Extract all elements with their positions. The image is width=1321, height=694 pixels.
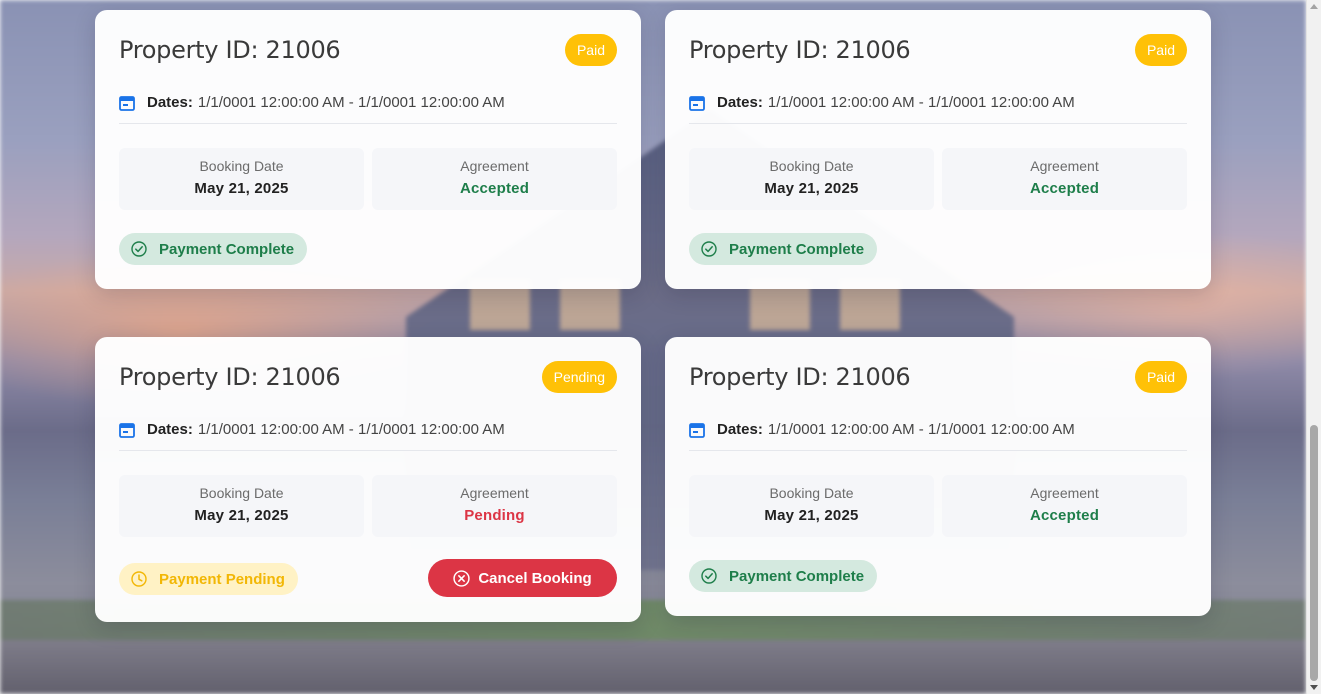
dates-value: 1/1/0001 12:00:00 AM - 1/1/0001 12:00:00… [767, 421, 1075, 438]
booking-date-label: Booking Date [769, 158, 854, 174]
scroll-up-arrow[interactable] [1310, 4, 1318, 9]
payment-status-pill: Payment Complete [689, 560, 878, 592]
booking-date-value: May 21, 2025 [764, 507, 859, 524]
calendar-icon [689, 96, 705, 111]
check-circle-icon [701, 241, 717, 257]
status-badge: Paid [1134, 361, 1187, 393]
agreement-box: Agreement Accepted [942, 475, 1187, 537]
booking-card: Property ID: 21006 Paid Dates: 1/1/0001 … [95, 10, 641, 289]
agreement-box: Agreement Accepted [372, 148, 617, 210]
vertical-scrollbar[interactable] [1306, 0, 1321, 694]
agreement-value: Accepted [1029, 507, 1100, 524]
property-title: Property ID: 21006 [689, 363, 911, 391]
x-circle-icon [453, 569, 470, 587]
agreement-value: Pending [464, 507, 525, 524]
status-badge: Paid [564, 34, 617, 66]
dates-label: Dates: [147, 421, 193, 438]
calendar-icon [119, 423, 135, 438]
cancel-booking-label: Cancel Booking [478, 569, 592, 587]
check-circle-icon [131, 241, 147, 257]
agreement-box: Agreement Pending [372, 475, 617, 537]
booking-date-label: Booking Date [769, 485, 854, 501]
cancel-booking-button[interactable]: Cancel Booking [428, 559, 617, 597]
scroll-thumb[interactable] [1310, 425, 1318, 681]
dates-label: Dates: [717, 94, 763, 111]
dates-value: 1/1/0001 12:00:00 AM - 1/1/0001 12:00:00… [197, 94, 505, 111]
payment-status-label: Payment Pending [159, 570, 285, 588]
booking-date-value: May 21, 2025 [194, 507, 289, 524]
calendar-icon [689, 423, 705, 438]
dates-value: 1/1/0001 12:00:00 AM - 1/1/0001 12:00:00… [197, 421, 505, 438]
property-title: Property ID: 21006 [119, 36, 341, 64]
payment-status-label: Payment Complete [729, 240, 865, 258]
payment-status-pill: Payment Complete [689, 233, 878, 265]
agreement-label: Agreement [1030, 485, 1099, 501]
booking-date-value: May 21, 2025 [764, 180, 859, 197]
booking-date-label: Booking Date [199, 158, 284, 174]
payment-status-label: Payment Complete [159, 240, 295, 258]
dates-row: Dates: 1/1/0001 12:00:00 AM - 1/1/0001 1… [689, 419, 1187, 451]
dates-row: Dates: 1/1/0001 12:00:00 AM - 1/1/0001 1… [689, 92, 1187, 124]
dates-label: Dates: [717, 421, 763, 438]
status-badge: Pending [541, 361, 617, 393]
dates-row: Dates: 1/1/0001 12:00:00 AM - 1/1/0001 1… [119, 92, 617, 124]
property-title: Property ID: 21006 [689, 36, 911, 64]
booking-date-box: Booking Date May 21, 2025 [689, 475, 934, 537]
booking-date-box: Booking Date May 21, 2025 [119, 475, 364, 537]
dates-row: Dates: 1/1/0001 12:00:00 AM - 1/1/0001 1… [119, 419, 617, 451]
booking-date-box: Booking Date May 21, 2025 [689, 148, 934, 210]
clock-icon [131, 571, 147, 587]
agreement-box: Agreement Accepted [942, 148, 1187, 210]
agreement-label: Agreement [460, 158, 529, 174]
payment-status-label: Payment Complete [729, 567, 865, 585]
payment-status-pill: Payment Complete [119, 233, 308, 265]
booking-date-box: Booking Date May 21, 2025 [119, 148, 364, 210]
check-circle-icon [701, 568, 717, 584]
booking-card: Property ID: 21006 Paid Dates: 1/1/0001 … [665, 337, 1211, 616]
status-badge: Paid [1134, 34, 1187, 66]
dates-value: 1/1/0001 12:00:00 AM - 1/1/0001 12:00:00… [767, 94, 1075, 111]
property-title: Property ID: 21006 [119, 363, 341, 391]
agreement-value: Accepted [1029, 180, 1100, 197]
agreement-value: Accepted [459, 180, 530, 197]
agreement-label: Agreement [460, 485, 529, 501]
agreement-label: Agreement [1030, 158, 1099, 174]
calendar-icon [119, 96, 135, 111]
dates-label: Dates: [147, 94, 193, 111]
booking-card: Property ID: 21006 Pending Dates: 1/1/00… [95, 337, 641, 622]
booking-date-value: May 21, 2025 [194, 180, 289, 197]
payment-status-pill: Payment Pending [119, 563, 298, 595]
scroll-down-arrow[interactable] [1310, 685, 1318, 690]
booking-card: Property ID: 21006 Paid Dates: 1/1/0001 … [665, 10, 1211, 289]
booking-date-label: Booking Date [199, 485, 284, 501]
